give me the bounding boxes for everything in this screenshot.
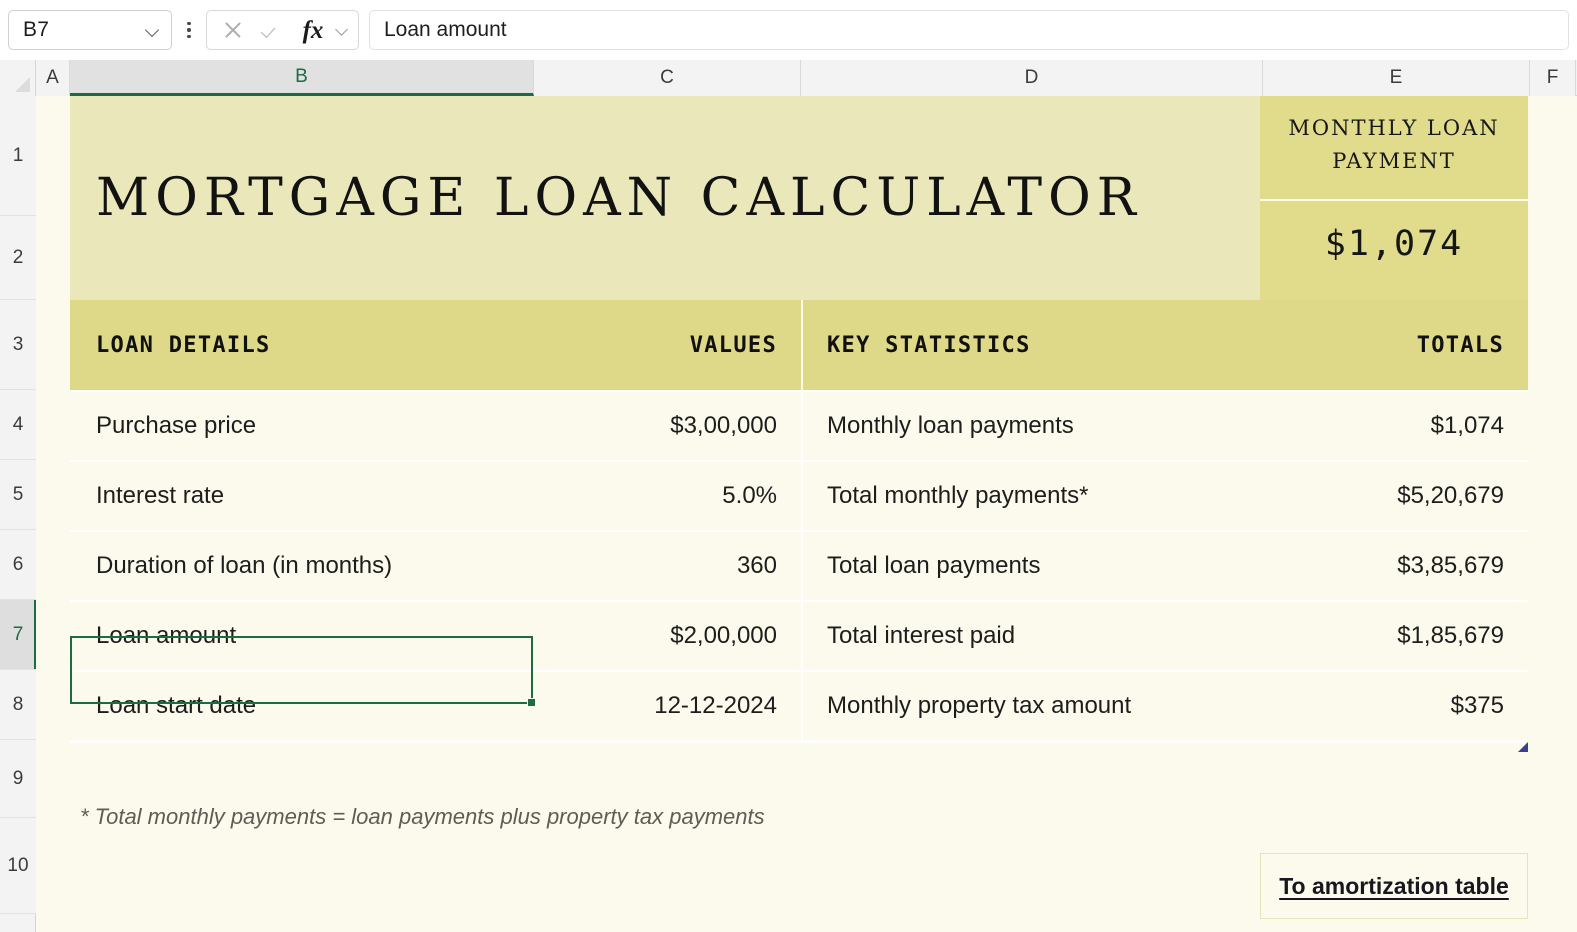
column-header-f[interactable]: F <box>1530 60 1576 96</box>
table-row: Purchase price $3,00,000 Monthly loan pa… <box>70 390 1528 460</box>
table-header-right: KEY STATISTICS TOTALS <box>801 300 1528 390</box>
row-header-3[interactable]: 3 <box>0 300 36 390</box>
row-value: $1,85,679 <box>1397 622 1504 649</box>
column-header-b[interactable]: B <box>70 60 534 96</box>
checkmark-icon <box>262 20 284 40</box>
column-header-c[interactable]: C <box>534 60 801 96</box>
table-header-left: LOAN DETAILS VALUES <box>70 300 801 390</box>
cell-d6[interactable]: Total loan payments $3,85,679 <box>801 532 1528 600</box>
footnote-text: * Total monthly payments = loan payments… <box>80 804 765 829</box>
insert-function-button[interactable]: fx <box>295 13 331 47</box>
row-header-7[interactable]: 7 <box>0 600 37 670</box>
column-header-row: A B C D E F <box>0 60 1577 96</box>
row-label: Purchase price <box>96 412 257 439</box>
column-header-d[interactable]: D <box>801 60 1263 96</box>
table-bottom-rule <box>70 740 1528 743</box>
kebab-dot <box>187 28 191 32</box>
page-title: MORTGAGE LOAN CALCULATOR <box>96 168 1142 228</box>
cell-d8[interactable]: Monthly property tax amount $375 <box>801 672 1528 740</box>
values-header: VALUES <box>689 332 777 358</box>
row-header-4[interactable]: 4 <box>0 390 36 460</box>
monthly-payment-label: MONTHLY LOAN PAYMENT <box>1288 116 1500 173</box>
spreadsheet-grid: A B C D E F 1 2 3 4 5 6 7 8 9 10 MORTGAG… <box>0 60 1577 932</box>
table-row: Interest rate 5.0% Total monthly payment… <box>70 460 1528 530</box>
row-header-gutter: 1 2 3 4 5 6 7 8 9 10 <box>0 96 37 932</box>
row-label: Monthly property tax amount <box>827 692 1132 719</box>
name-box-value: B7 <box>23 18 50 41</box>
table-row: Loan start date 12-12-2024 Monthly prope… <box>70 670 1528 740</box>
row-value: $3,00,000 <box>670 412 777 439</box>
body-split-divider <box>801 390 803 740</box>
monthly-payment-value: $1,074 <box>1324 224 1464 264</box>
column-header-a[interactable]: A <box>36 60 70 96</box>
kebab-dot <box>187 34 191 39</box>
row-value: $3,85,679 <box>1397 552 1504 579</box>
cell-b4[interactable]: Purchase price $3,00,000 <box>70 392 801 460</box>
monthly-payment-card: MONTHLY LOAN PAYMENT $1,074 <box>1260 96 1528 300</box>
formula-input[interactable]: Loan amount <box>369 10 1569 50</box>
row-value: $1,074 <box>1430 412 1504 439</box>
formula-action-group: fx <box>206 10 359 50</box>
totals-header: TOTALS <box>1416 332 1504 358</box>
kebab-menu-icon[interactable] <box>172 10 206 50</box>
cancel-button[interactable] <box>215 13 251 47</box>
row-label: Monthly loan payments <box>827 412 1074 439</box>
row-header-10[interactable]: 10 <box>0 818 36 914</box>
title-banner: MORTGAGE LOAN CALCULATOR <box>70 96 1260 300</box>
row-value: $375 <box>1450 692 1504 719</box>
row-header-2[interactable]: 2 <box>0 216 36 300</box>
row-label: Loan amount <box>96 622 237 649</box>
column-header-e[interactable]: E <box>1263 60 1530 96</box>
table-row: Loan amount $2,00,000 Total interest pai… <box>70 600 1528 670</box>
chevron-down-icon[interactable] <box>335 23 350 38</box>
close-icon <box>223 20 243 40</box>
confirm-button[interactable] <box>255 13 291 47</box>
row-label: Loan start date <box>96 692 257 719</box>
row-header-6[interactable]: 6 <box>0 530 36 600</box>
table-resize-handle[interactable] <box>1517 741 1528 752</box>
chevron-down-icon[interactable] <box>145 22 161 38</box>
cell-b7[interactable]: Loan amount $2,00,000 <box>70 602 801 670</box>
row-label: Total interest paid <box>827 622 1016 649</box>
amortization-link-box[interactable]: To amortization table <box>1260 853 1528 919</box>
row-label: Duration of loan (in months) <box>96 552 393 579</box>
row-label: Interest rate <box>96 482 225 509</box>
cell-b8[interactable]: Loan start date 12-12-2024 <box>70 672 801 740</box>
row-header-1[interactable]: 1 <box>0 96 36 216</box>
row-value: 5.0% <box>722 482 777 509</box>
select-all-corner-icon[interactable] <box>0 60 36 96</box>
name-box[interactable]: B7 <box>8 10 172 50</box>
cell-b5[interactable]: Interest rate 5.0% <box>70 462 801 530</box>
row-value: 360 <box>736 552 777 579</box>
column-a-strip <box>36 96 70 932</box>
formula-bar: B7 fx Loan amount <box>0 0 1577 60</box>
row-value: $5,20,679 <box>1397 482 1504 509</box>
row-header-9[interactable]: 9 <box>0 740 36 818</box>
cell-d4[interactable]: Monthly loan payments $1,074 <box>801 392 1528 460</box>
kebab-dot <box>187 21 191 26</box>
row-header-5[interactable]: 5 <box>0 460 36 530</box>
card-divider <box>1260 199 1528 201</box>
loan-details-header: LOAN DETAILS <box>96 332 271 358</box>
fx-icon: fx <box>302 16 324 44</box>
header-split-divider <box>801 300 803 390</box>
table-header-band: LOAN DETAILS VALUES KEY STATISTICS TOTAL… <box>70 300 1528 390</box>
row-label: Total loan payments <box>827 552 1041 579</box>
row-label: Total monthly payments* <box>827 482 1089 509</box>
amortization-link[interactable]: To amortization table <box>1279 873 1509 900</box>
key-statistics-header: KEY STATISTICS <box>827 332 1031 358</box>
table-row: Duration of loan (in months) 360 Total l… <box>70 530 1528 600</box>
row-value: $2,00,000 <box>670 622 777 649</box>
row-value: 12-12-2024 <box>654 692 777 719</box>
cell-d5[interactable]: Total monthly payments* $5,20,679 <box>801 462 1528 530</box>
row-header-8[interactable]: 8 <box>0 670 36 740</box>
cell-b6[interactable]: Duration of loan (in months) 360 <box>70 532 801 600</box>
cell-d7[interactable]: Total interest paid $1,85,679 <box>801 602 1528 670</box>
sheet-canvas: MORTGAGE LOAN CALCULATOR MONTHLY LOAN PA… <box>36 96 1577 932</box>
